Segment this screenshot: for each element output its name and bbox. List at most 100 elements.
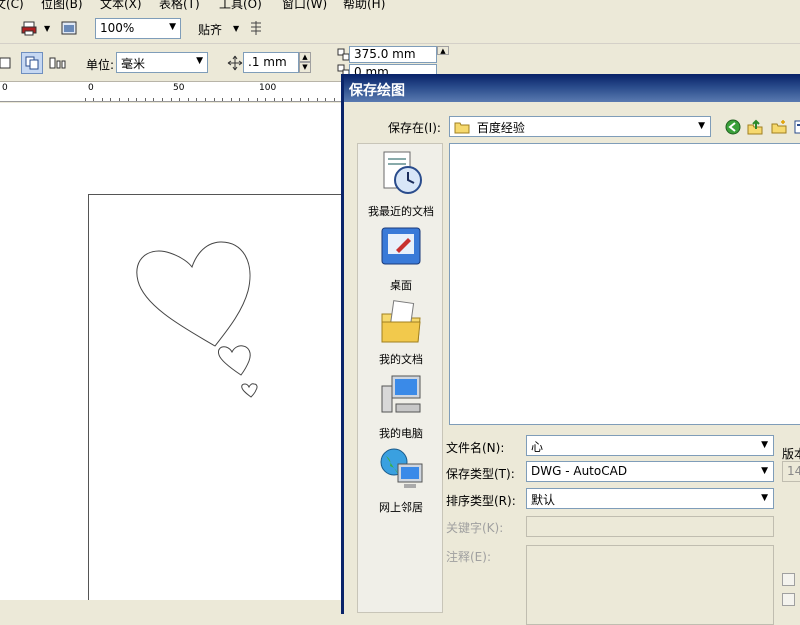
ruler-tick <box>316 98 318 101</box>
page-icon[interactable] <box>0 52 16 74</box>
ruler-tick <box>179 98 181 101</box>
standard-toolbar: ▼ 100% ▼ 贴齐 ▼ <box>0 12 800 44</box>
ruler-tick <box>265 98 267 101</box>
heart-shape-medium[interactable] <box>218 345 251 376</box>
ruler-tick <box>144 98 146 101</box>
new-folder-icon[interactable] <box>769 117 789 137</box>
current-page-icon[interactable] <box>47 52 69 74</box>
menu-item-window[interactable]: 窗口(W) <box>282 0 327 12</box>
menu-item-text[interactable]: 文本(X) <box>100 0 142 12</box>
ruler-tick <box>290 98 292 101</box>
options-icon[interactable] <box>245 17 267 39</box>
ruler-tick <box>299 98 301 101</box>
version-select[interactable]: 14. <box>782 461 800 482</box>
ruler-tick <box>196 98 198 101</box>
places-bar: 我最近的文档 桌面 我的文档 我的电脑 网上邻居 <box>357 143 443 613</box>
ruler-tick <box>273 98 275 101</box>
duplicate-x-up-icon[interactable]: ▲ <box>437 46 449 55</box>
notes-textarea[interactable] <box>526 545 774 625</box>
ruler-tick <box>170 98 172 101</box>
ruler-tick <box>256 98 258 101</box>
menu-bar: 文(C) 位图(B) 文本(X) 表格(T) 工具(O) 窗口(W) 帮助(H) <box>0 0 800 12</box>
place-my-computer[interactable]: 我的电脑 <box>358 372 444 441</box>
ruler-tick <box>127 98 129 101</box>
nudge-down-icon[interactable]: ▼ <box>299 62 311 73</box>
ruler-tick <box>84 98 86 101</box>
my-documents-icon <box>381 300 421 343</box>
place-my-documents[interactable]: 我的文档 <box>358 298 444 367</box>
ruler-tick <box>161 98 163 101</box>
place-recent-documents[interactable]: 我最近的文档 <box>358 150 444 219</box>
back-icon[interactable] <box>723 117 743 137</box>
chevron-down-icon: ▼ <box>169 22 176 32</box>
sort-type-value: 默认 <box>531 493 556 507</box>
filetype-select[interactable]: DWG - AutoCAD ▼ <box>526 461 774 482</box>
heart-shape-small[interactable] <box>241 383 258 398</box>
nudge-up-icon[interactable]: ▲ <box>299 52 311 62</box>
menu-item-help[interactable]: 帮助(H) <box>343 0 385 12</box>
ruler-tick <box>118 98 120 101</box>
print-icon[interactable] <box>18 17 40 39</box>
ruler-tick <box>247 98 249 101</box>
ruler-tick <box>110 98 112 101</box>
desktop-icon <box>381 227 421 265</box>
notes-label: 注释(E): <box>446 550 491 564</box>
nudge-distance-field[interactable]: .1 mm <box>243 52 299 73</box>
dialog-title: 保存绘图 <box>344 75 800 102</box>
zoom-level-combo[interactable]: 100% ▼ <box>95 18 181 39</box>
menu-item-tools[interactable]: 工具(O) <box>219 0 262 12</box>
ruler-tick <box>222 98 224 101</box>
file-list-view[interactable] <box>449 143 800 425</box>
ruler-tick <box>153 98 155 101</box>
ruler-tick <box>101 98 103 101</box>
sort-type-select[interactable]: 默认 ▼ <box>526 488 774 509</box>
ruler-tick <box>204 98 206 101</box>
duplicate-x-field[interactable]: 375.0 mm <box>349 46 437 63</box>
ruler-label: 0 <box>88 83 94 93</box>
app-launcher-icon[interactable] <box>58 17 80 39</box>
all-pages-icon[interactable] <box>21 52 43 74</box>
drawing-canvas[interactable] <box>0 103 342 600</box>
ruler-tick <box>308 98 310 101</box>
filename-input[interactable]: 心 ▼ <box>526 435 774 456</box>
ruler-tick <box>325 98 327 101</box>
snap-to-label[interactable]: 贴齐 <box>198 21 222 38</box>
heart-shape-large[interactable] <box>136 241 251 347</box>
print-dropdown-icon[interactable]: ▼ <box>44 24 50 33</box>
ruler-tick <box>93 98 95 101</box>
chevron-down-icon: ▼ <box>761 493 768 503</box>
save-in-value: 百度经验 <box>476 121 525 135</box>
keywords-input[interactable] <box>526 516 774 537</box>
ruler-tick <box>136 98 138 101</box>
place-recent-documents-label: 我最近的文档 <box>368 205 434 218</box>
menu-item-file[interactable]: 文(C) <box>0 0 24 12</box>
units-value: 毫米 <box>121 57 146 71</box>
option-checkbox-1[interactable] <box>782 573 795 586</box>
save-in-label: 保存在(I): <box>388 121 441 135</box>
menu-item-bitmap[interactable]: 位图(B) <box>41 0 83 12</box>
menu-item-table[interactable]: 表格(T) <box>159 0 200 12</box>
version-value: 14. <box>787 464 800 478</box>
up-folder-icon[interactable] <box>745 117 765 137</box>
place-desktop[interactable]: 桌面 <box>358 224 444 293</box>
keywords-label: 关键字(K): <box>446 521 504 535</box>
place-network[interactable]: 网上邻居 <box>358 446 444 515</box>
duplicate-x-value: 375.0 mm <box>354 47 416 61</box>
sort-type-label: 排序类型(R): <box>446 494 516 508</box>
network-icon <box>380 448 423 488</box>
view-menu-icon[interactable] <box>791 117 800 137</box>
chevron-down-icon: ▼ <box>761 440 768 450</box>
snap-dropdown-icon[interactable]: ▼ <box>233 24 239 33</box>
ruler-label: 50 <box>173 83 185 93</box>
filetype-value: DWG - AutoCAD <box>531 464 628 478</box>
ruler-label: 0 <box>2 83 8 93</box>
nudge-distance-value: .1 mm <box>248 55 287 69</box>
save-in-combo[interactable]: 百度经验 ▼ <box>449 116 711 137</box>
filename-value: 心 <box>531 440 544 454</box>
units-combo[interactable]: 毫米 ▼ <box>116 52 208 73</box>
place-my-documents-label: 我的文档 <box>379 353 423 366</box>
chevron-down-icon: ▼ <box>761 466 768 476</box>
version-label: 版本 <box>782 447 800 461</box>
save-drawing-dialog: 保存绘图 保存在(I): 百度经验 ▼ 我最近的文档 桌面 我的文档 我的电脑 … <box>341 74 800 625</box>
ruler-tick <box>333 98 335 101</box>
